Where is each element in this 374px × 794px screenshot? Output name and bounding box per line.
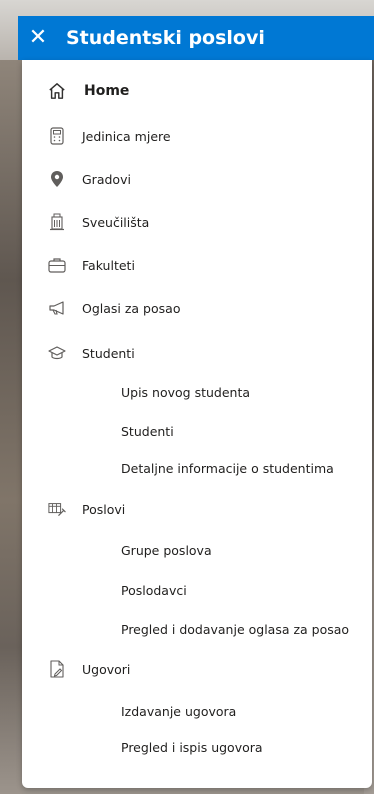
nav-subitem-detaljne-informacije[interactable]: Detaljne informacije o studentima <box>22 453 372 483</box>
navigation-panel: Home Jedinica mjere Gradovi Sveučilišta … <box>22 60 372 788</box>
nav-item-oglasi[interactable]: Oglasi za posao <box>22 293 372 323</box>
nav-subitem-label: Pregled i ispis ugovora <box>121 739 263 755</box>
nav-subitem-label: Upis novog studenta <box>121 384 251 400</box>
graduation-cap-icon <box>48 344 66 362</box>
nav-item-label: Ugovori <box>82 661 131 677</box>
close-icon: ✕ <box>28 25 48 50</box>
nav-item-ugovori[interactable]: Ugovori <box>22 654 372 684</box>
nav-subitem-label: Izdavanje ugovora <box>121 703 237 719</box>
nav-subitem-pregled-i-dodavanje-oglasa[interactable]: Pregled i dodavanje oglasa za posao <box>22 614 372 644</box>
header-bar: ✕ Studentski poslovi <box>18 16 374 60</box>
nav-item-label: Oglasi za posao <box>82 300 181 316</box>
nav-item-poslovi[interactable]: Poslovi <box>22 494 372 524</box>
nav-subitem-label: Pregled i dodavanje oglasa za posao <box>121 621 350 637</box>
home-icon <box>48 82 66 100</box>
briefcase-icon <box>48 256 66 274</box>
nav-subitem-studenti[interactable]: Studenti <box>22 416 372 446</box>
table-wrench-icon <box>48 500 66 518</box>
calculator-icon <box>48 127 66 145</box>
building-icon <box>48 213 66 231</box>
nav-item-label: Poslovi <box>82 501 126 517</box>
nav-subitem-label: Poslodavci <box>121 582 187 598</box>
nav-item-label: Gradovi <box>82 171 131 187</box>
nav-subitem-izdavanje-ugovora[interactable]: Izdavanje ugovora <box>22 696 372 726</box>
nav-subitem-upis-novog-studenta[interactable]: Upis novog studenta <box>22 377 372 407</box>
close-button[interactable]: ✕ <box>18 16 58 60</box>
location-pin-icon <box>48 170 66 188</box>
nav-item-jedinica-mjere[interactable]: Jedinica mjere <box>22 121 372 151</box>
document-edit-icon <box>48 660 66 678</box>
nav-item-fakulteti[interactable]: Fakulteti <box>22 250 372 280</box>
megaphone-icon <box>48 299 66 317</box>
nav-item-label: Studenti <box>82 345 135 361</box>
nav-subitem-label: Studenti <box>121 423 174 439</box>
nav-item-studenti[interactable]: Studenti <box>22 338 372 368</box>
nav-item-gradovi[interactable]: Gradovi <box>22 164 372 194</box>
nav-subitem-label: Detaljne informacije o studentima <box>121 460 334 476</box>
nav-item-label: Sveučilišta <box>82 214 150 230</box>
nav-item-label: Jedinica mjere <box>82 128 171 144</box>
app-title: Studentski poslovi <box>66 27 265 49</box>
nav-subitem-poslodavci[interactable]: Poslodavci <box>22 575 372 605</box>
background-edge-left <box>0 60 22 794</box>
nav-item-label: Fakulteti <box>82 257 135 273</box>
nav-item-label: Home <box>84 83 130 99</box>
nav-subitem-pregled-i-ispis-ugovora[interactable]: Pregled i ispis ugovora <box>22 732 372 762</box>
nav-item-sveucilista[interactable]: Sveučilišta <box>22 207 372 237</box>
nav-subitem-grupe-poslova[interactable]: Grupe poslova <box>22 535 372 565</box>
nav-item-home[interactable]: Home <box>22 76 372 106</box>
nav-subitem-label: Grupe poslova <box>121 542 212 558</box>
